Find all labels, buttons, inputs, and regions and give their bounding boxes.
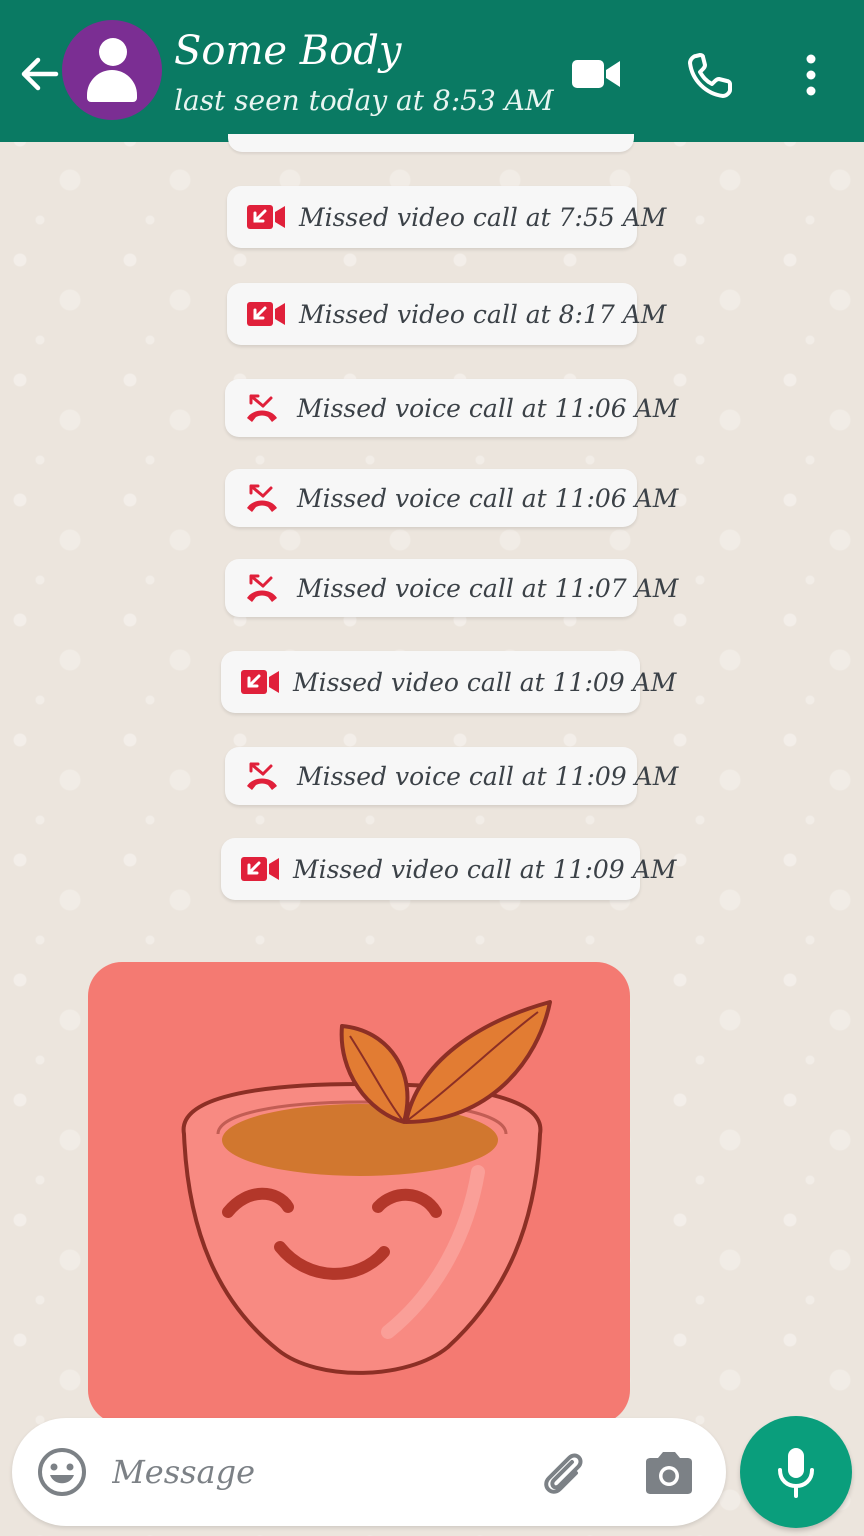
message-input-bar <box>12 1418 726 1526</box>
missed-video-call-icon <box>241 668 279 696</box>
missed-call-bubble[interactable]: Missed video call at 11:09 AM <box>221 838 676 900</box>
camera-icon[interactable] <box>642 1448 696 1498</box>
avatar-head-shape <box>99 38 127 66</box>
video-call-icon[interactable] <box>570 50 622 98</box>
chat-header: Some Body last seen today at 8:53 AM <box>0 0 864 142</box>
smiling-tea-cup-sticker[interactable] <box>88 962 630 1424</box>
missed-call-bubble[interactable]: Missed voice call at 11:06 AM <box>225 379 678 437</box>
last-seen-status: last seen today at 8:53 AM <box>174 84 554 117</box>
missed-voice-call-icon <box>245 574 283 602</box>
missed-voice-call-icon <box>245 484 283 512</box>
missed-video-call-icon <box>247 203 285 231</box>
missed-call-bubble[interactable]: Missed voice call at 11:06 AM <box>225 469 678 527</box>
partial-message-bubble <box>228 134 634 152</box>
emoji-icon[interactable] <box>36 1446 88 1498</box>
mic-icon <box>778 1448 814 1498</box>
missed-video-call-icon <box>241 855 279 883</box>
avatar[interactable] <box>62 20 162 120</box>
call-text: Missed video call at 11:09 AM <box>293 854 677 884</box>
missed-call-bubble[interactable]: Missed video call at 7:55 AM <box>227 186 666 248</box>
call-text: Missed voice call at 11:09 AM <box>297 761 679 791</box>
avatar-body-shape <box>87 70 137 102</box>
more-options-icon[interactable] <box>796 50 826 100</box>
missed-call-bubble[interactable]: Missed video call at 11:09 AM <box>221 651 676 713</box>
mic-button[interactable] <box>740 1416 852 1528</box>
missed-call-bubble[interactable]: Missed voice call at 11:07 AM <box>225 559 678 617</box>
contact-name[interactable]: Some Body <box>174 28 401 74</box>
missed-call-bubble[interactable]: Missed video call at 8:17 AM <box>227 283 666 345</box>
missed-call-bubble[interactable]: Missed voice call at 11:09 AM <box>225 747 678 805</box>
call-text: Missed video call at 7:55 AM <box>299 202 667 232</box>
call-text: Missed voice call at 11:06 AM <box>297 393 679 423</box>
attach-icon[interactable] <box>536 1446 590 1500</box>
message-input[interactable] <box>112 1448 512 1496</box>
call-text: Missed voice call at 11:07 AM <box>297 573 679 603</box>
call-text: Missed video call at 8:17 AM <box>299 299 667 329</box>
missed-voice-call-icon <box>245 762 283 790</box>
back-arrow-icon[interactable] <box>18 52 62 96</box>
call-text: Missed voice call at 11:06 AM <box>297 483 679 513</box>
voice-call-icon[interactable] <box>686 50 736 100</box>
call-text: Missed video call at 11:09 AM <box>293 667 677 697</box>
missed-video-call-icon <box>247 300 285 328</box>
missed-voice-call-icon <box>245 394 283 422</box>
